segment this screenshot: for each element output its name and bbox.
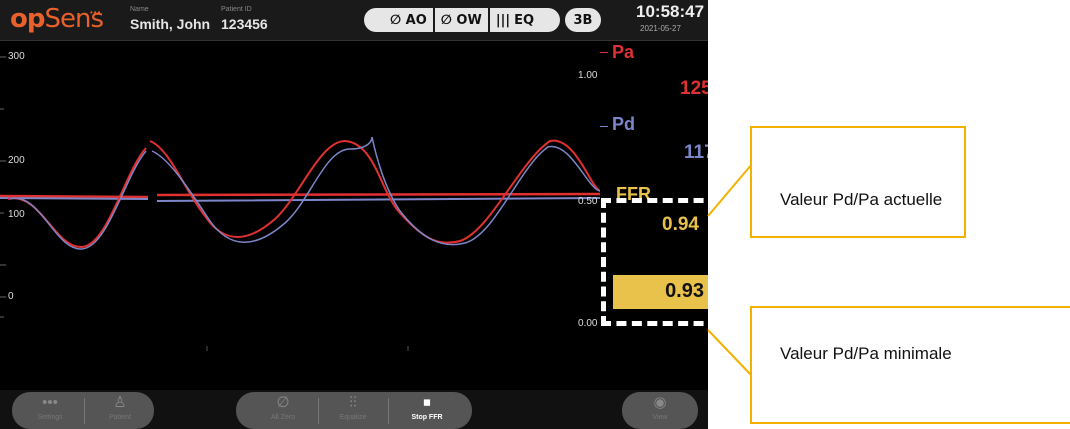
callout-minimum-pdpa: Valeur Pd/Pa minimale [750, 306, 1070, 424]
callout-leader-minimum [707, 329, 753, 377]
callout-leader-current [707, 163, 753, 217]
callout-current-text: Valeur Pd/Pa actuelle [780, 190, 943, 209]
callout-current-pdpa: Valeur Pd/Pa actuelle [750, 126, 966, 238]
callout-minimum-text: Valeur Pd/Pa minimale [780, 344, 952, 363]
